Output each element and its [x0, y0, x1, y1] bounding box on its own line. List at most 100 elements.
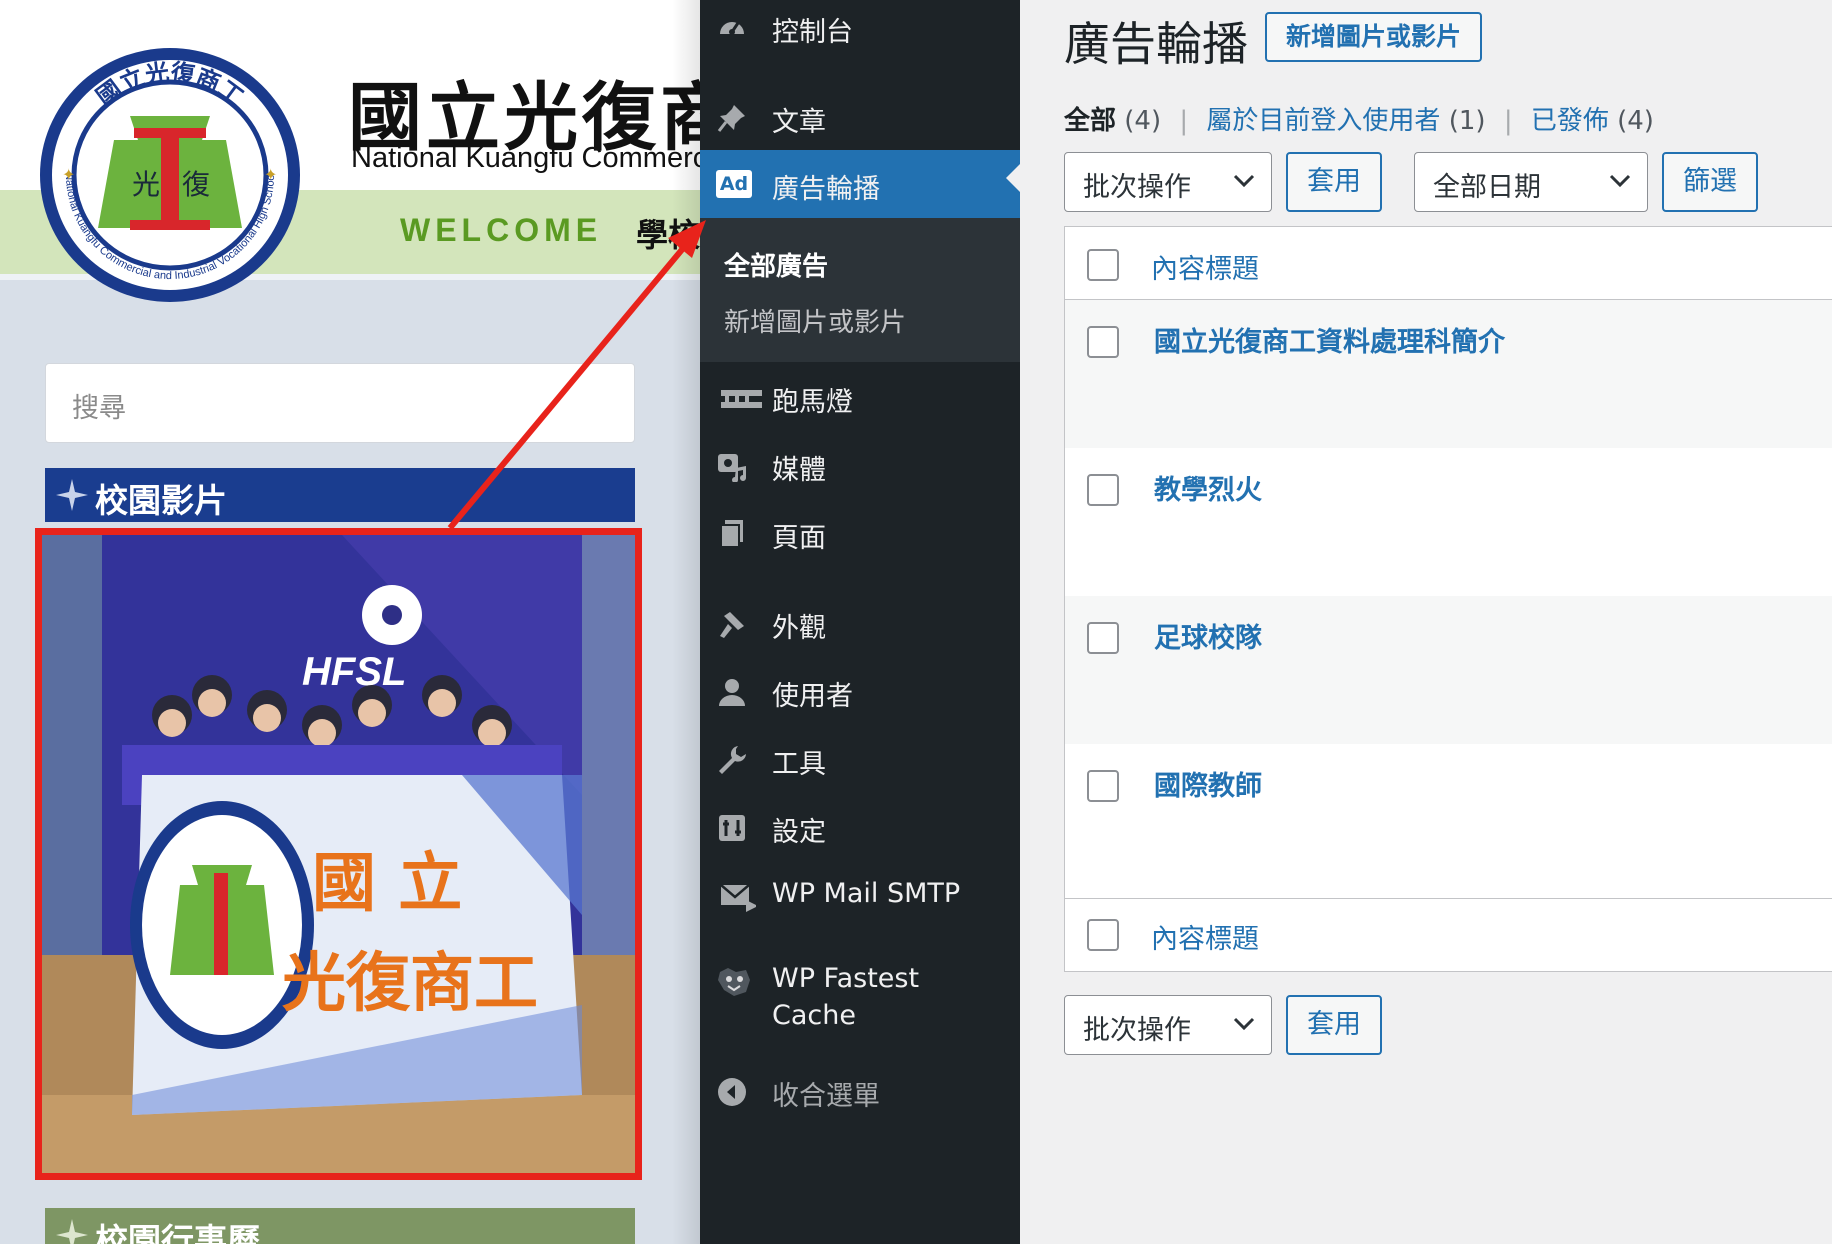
- apply-button-bottom[interactable]: 套用: [1286, 995, 1382, 1055]
- menu-label-tools: 工具: [772, 749, 826, 780]
- pin-icon: [717, 105, 745, 132]
- menu-label-wp-fastest: WP Fastest: [772, 963, 920, 994]
- table-header-row: 內容標題: [1065, 227, 1832, 299]
- select-all-checkbox-footer[interactable]: [1087, 919, 1119, 951]
- filter-mine-count: (1): [1448, 106, 1486, 136]
- marquee-icon: [721, 390, 762, 408]
- menu-label-posts: 文章: [772, 107, 826, 138]
- row-title-link[interactable]: 國際教師: [1154, 764, 1262, 803]
- menu-label-ad-carousel: 廣告輪播: [772, 174, 880, 205]
- site-search-input[interactable]: 搜尋: [45, 363, 635, 443]
- site-title-english: National Kuangfu Commercia: [351, 142, 700, 174]
- banner-text-line2: 光復商工: [282, 946, 538, 1021]
- table-row: 足球校隊: [1065, 596, 1832, 744]
- row-checkbox[interactable]: [1087, 474, 1119, 506]
- menu-item-marquee[interactable]: 跑馬燈: [700, 370, 1020, 426]
- widget-calendar-title: 校園行事曆: [95, 1221, 260, 1244]
- column-footer-title[interactable]: 內容標題: [1151, 917, 1259, 956]
- menu-item-settings[interactable]: 設定: [700, 800, 1020, 856]
- menu-label-pages: 頁面: [772, 523, 826, 554]
- settings-icon: [719, 815, 745, 841]
- menu-item-tools[interactable]: 工具: [700, 732, 1020, 788]
- panel-shadow: [672, 0, 700, 1244]
- ad-carousel-submenu: 全部廣告 新增圖片或影片: [700, 218, 1020, 362]
- widget-calendar-header: 校園行事曆: [45, 1208, 635, 1244]
- seal-center-right: 復: [182, 168, 210, 201]
- table-row: 國立光復商工資料處理科簡介: [1065, 300, 1832, 448]
- cheetah-icon: [718, 968, 750, 996]
- seal-star-left: ✦: [62, 165, 75, 184]
- wrench-icon: [719, 746, 746, 774]
- ads-list-table: 內容標題 國立光復商工資料處理科簡介 教學烈火 足球校隊 國際教師 內容標題: [1064, 226, 1832, 972]
- table-row: 教學烈火: [1065, 448, 1832, 596]
- menu-item-posts[interactable]: 文章: [700, 90, 1020, 146]
- filter-published[interactable]: 已發佈: [1531, 106, 1609, 136]
- menu-item-ad-carousel[interactable]: Ad 廣告輪播: [700, 150, 1020, 218]
- sparkle-icon: [56, 479, 88, 511]
- school-website-panel: 國立光復商工 National Kuangfu Commercial and I…: [0, 0, 700, 1244]
- bulk-action-value: 批次操作: [1083, 172, 1191, 203]
- menu-label-appearance: 外觀: [772, 613, 826, 644]
- menu-label-collapse: 收合選單: [772, 1081, 880, 1112]
- filter-separator: |: [1179, 106, 1189, 136]
- bulk-action-select[interactable]: 批次操作: [1064, 152, 1272, 212]
- collapse-icon: [718, 1078, 746, 1106]
- page-title: 廣告輪播: [1064, 17, 1248, 71]
- menu-item-wp-mail-smtp[interactable]: WP Mail SMTP: [700, 868, 1020, 924]
- chevron-down-icon: [1233, 1017, 1255, 1031]
- menu-label-marquee: 跑馬燈: [772, 387, 853, 418]
- widget-campus-video-title: 校園影片: [95, 481, 227, 520]
- row-checkbox[interactable]: [1087, 770, 1119, 802]
- menu-item-users[interactable]: 使用者: [700, 664, 1020, 720]
- column-header-title[interactable]: 內容標題: [1151, 247, 1259, 286]
- filter-mine[interactable]: 屬於目前登入使用者: [1206, 106, 1440, 136]
- row-checkbox[interactable]: [1087, 622, 1119, 654]
- seal-center-left: 光: [132, 168, 160, 201]
- media-icon: [718, 454, 746, 482]
- admin-sidebar-menu: 控制台 文章 Ad 廣告輪播 全部廣告 新增圖片或影片 跑馬燈 媒體 頁面 外觀…: [700, 0, 1020, 1244]
- campus-video-carousel-image[interactable]: HFSL 國 立 光復商工: [35, 528, 642, 1180]
- football-team-photo: HFSL 國 立 光復商工: [42, 535, 635, 1173]
- filter-all[interactable]: 全部: [1064, 106, 1116, 136]
- sparkle-icon: [56, 1219, 88, 1244]
- bulk-action-select-bottom[interactable]: 批次操作: [1064, 995, 1272, 1055]
- chevron-down-icon: [1233, 174, 1255, 188]
- row-title-link[interactable]: 教學烈火: [1154, 468, 1262, 507]
- nav-welcome-link[interactable]: WELCOME: [400, 212, 602, 249]
- table-footer-row: 內容標題: [1065, 899, 1832, 971]
- admin-content: 廣告輪播 新增圖片或影片 全部 (4) | 屬於目前登入使用者 (1) | 已發…: [1020, 0, 1832, 1244]
- submenu-add-media[interactable]: 新增圖片或影片: [724, 302, 906, 339]
- menu-item-pages[interactable]: 頁面: [700, 506, 1020, 562]
- user-icon: [719, 679, 745, 706]
- menu-item-wp-fastest-cache[interactable]: WP Fastest Cache: [700, 960, 1020, 1044]
- menu-label-dashboard: 控制台: [772, 17, 853, 48]
- row-checkbox[interactable]: [1087, 326, 1119, 358]
- status-filter-links: 全部 (4) | 屬於目前登入使用者 (1) | 已發佈 (4): [1064, 100, 1654, 137]
- apply-button[interactable]: 套用: [1286, 152, 1382, 212]
- menu-label-cache: Cache: [772, 1000, 856, 1031]
- date-filter-select[interactable]: 全部日期: [1414, 152, 1648, 212]
- page-icon: [720, 520, 743, 548]
- menu-item-appearance[interactable]: 外觀: [700, 596, 1020, 652]
- filter-separator: |: [1503, 106, 1513, 136]
- add-media-button[interactable]: 新增圖片或影片: [1265, 12, 1482, 62]
- submenu-all-ads[interactable]: 全部廣告: [724, 246, 828, 283]
- date-filter-value: 全部日期: [1433, 172, 1541, 203]
- chevron-down-icon: [1609, 174, 1631, 188]
- banner-text-line1: 國 立: [312, 846, 462, 921]
- search-placeholder: 搜尋: [72, 393, 126, 424]
- appearance-icon: [720, 612, 744, 638]
- menu-item-dashboard[interactable]: 控制台: [700, 0, 1020, 56]
- widget-campus-video-header: 校園影片: [45, 468, 635, 522]
- row-title-link[interactable]: 足球校隊: [1154, 616, 1262, 655]
- table-row: 國際教師: [1065, 744, 1832, 894]
- collapse-menu-button[interactable]: 收合選單: [700, 1064, 1020, 1120]
- row-title-link[interactable]: 國立光復商工資料處理科簡介: [1154, 320, 1505, 359]
- ad-icon: Ad: [716, 170, 752, 198]
- school-seal-logo: 國立光復商工 National Kuangfu Commercial and I…: [36, 44, 300, 302]
- filter-button[interactable]: 篩選: [1662, 152, 1758, 212]
- bulk-action-bottom-value: 批次操作: [1083, 1015, 1191, 1046]
- menu-item-media[interactable]: 媒體: [700, 438, 1020, 494]
- select-all-checkbox[interactable]: [1087, 249, 1119, 281]
- mail-icon: [720, 884, 756, 912]
